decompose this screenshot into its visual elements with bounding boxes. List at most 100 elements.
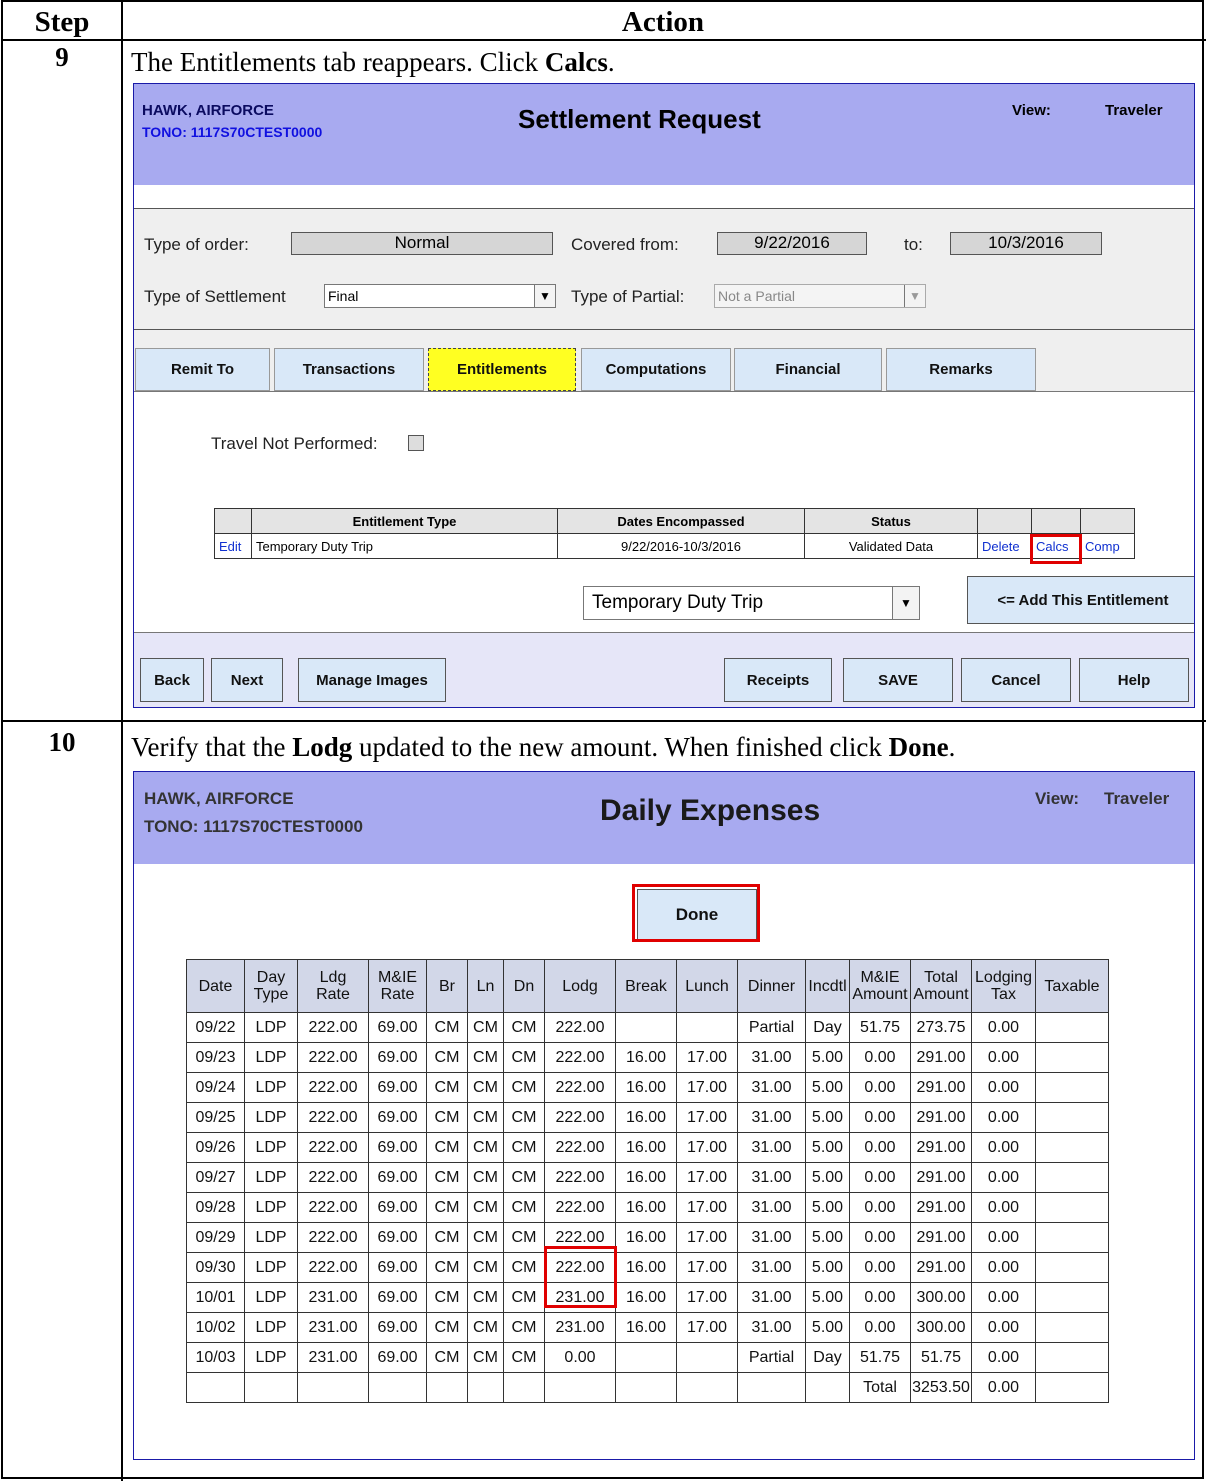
col-header-dn: Dn [503,959,545,1013]
table-cell: CM [467,1162,504,1193]
table-cell: 222.00 [544,1012,616,1043]
step-column-header: Step [34,6,90,38]
table-cell: 09/29 [186,1222,245,1253]
receipts-button[interactable]: Receipts [724,658,832,702]
table-cell: 0.00 [971,1372,1036,1403]
table-cell: CM [426,1132,468,1163]
table-cell: 16.00 [615,1222,677,1253]
table-row: 09/28 LDP 222.00 69.00 CM CM CM 222.00 16.00 17.0… [186,1192,1109,1223]
page-title: Daily Expenses [600,794,821,827]
table-row: 10/02 LDP 231.00 69.00 CM CM CM 231.00 16.00 17.0… [186,1312,1109,1343]
page-title: Settlement Request [518,104,761,134]
tab-remit-to[interactable]: Remit To [135,348,270,391]
table-cell: CM [503,1192,545,1223]
table-cell: CM [426,1342,468,1373]
table-cell: 222.00 [544,1222,616,1253]
traveler-name: HAWK, AIRFORCE [142,102,274,119]
save-button[interactable]: SAVE [843,658,953,702]
table-cell: CM [467,1132,504,1163]
tab-remarks[interactable]: Remarks [886,348,1036,391]
traveler-name: HAWK, AIRFORCE [144,789,294,808]
edit-link[interactable]: Edit [214,533,252,559]
table-cell: 222.00 [297,1162,369,1193]
table-row: Total 3253.50 0.00 [186,1372,1109,1403]
status-cell: Validated Data [804,533,978,559]
table-cell: 0.00 [849,1072,911,1103]
delete-link[interactable]: Delete [977,533,1032,559]
table-cell: 31.00 [737,1282,806,1313]
table-cell: 5.00 [805,1282,850,1313]
table-cell: 222.00 [544,1192,616,1223]
table-cell: CM [426,1252,468,1283]
back-button[interactable]: Back [140,658,204,702]
table-cell: CM [426,1012,468,1043]
comp-link[interactable]: Comp [1080,533,1135,559]
table-cell: 0.00 [849,1312,911,1343]
table-cell: 31.00 [737,1132,806,1163]
table-row: 09/25 LDP 222.00 69.00 CM CM CM 222.00 16.00 17.0… [186,1102,1109,1133]
table-cell: LDP [244,1132,298,1163]
tono-label: TONO: 1117S70CTEST0000 [144,817,363,836]
tab-entitlements[interactable]: Entitlements [428,348,576,391]
calcs-link[interactable]: Calcs [1031,533,1081,559]
table-cell: CM [503,1222,545,1253]
type-of-settlement-select[interactable]: Final ▼ [324,284,556,308]
table-row: 09/22 LDP 222.00 69.00 CM CM CM 222.00 Partial Da… [186,1012,1109,1043]
type-of-order-field: Normal [291,232,553,255]
table-cell: 300.00 [910,1282,972,1313]
table-cell: 10/02 [186,1312,245,1343]
table-cell [1035,1282,1109,1313]
table-cell: 3253.50 [910,1372,972,1403]
table-cell: LDP [244,1102,298,1133]
col-header-incdtl: Incdtl [805,959,850,1013]
table-cell [1035,1192,1109,1223]
tab-transactions[interactable]: Transactions [274,348,424,391]
table-cell: 222.00 [297,1222,369,1253]
table-cell: 69.00 [368,1042,427,1073]
done-button[interactable]: Done [637,889,757,941]
manage-images-button[interactable]: Manage Images [298,658,446,702]
table-cell: 222.00 [297,1042,369,1073]
table-cell: 5.00 [805,1222,850,1253]
settlement-request-screenshot: HAWK, AIRFORCE TONO: 1117S70CTEST0000 Se… [133,83,1195,708]
table-cell: CM [467,1312,504,1343]
table-cell: 09/25 [186,1102,245,1133]
table-cell [297,1372,369,1403]
help-button[interactable]: Help [1079,658,1189,702]
table-cell: 5.00 [805,1072,850,1103]
table-cell: 231.00 [544,1282,616,1313]
title-bar: HAWK, AIRFORCE TONO: 1117S70CTEST0000 Da… [134,772,1194,864]
col-header-br: Br [426,959,468,1013]
table-cell: Total [849,1372,911,1403]
table-cell: 31.00 [737,1072,806,1103]
table-row: 09/27 LDP 222.00 69.00 CM CM CM 222.00 16.00 17.0… [186,1162,1109,1193]
entitlement-type-select[interactable]: Temporary Duty Trip ▼ [583,586,920,620]
col-header-date: Date [186,959,245,1013]
table-cell: 291.00 [910,1102,972,1133]
col-header-dinner: Dinner [737,959,806,1013]
chevron-down-icon: ▼ [534,285,555,307]
tab-computations[interactable]: Computations [581,348,731,391]
table-cell: 222.00 [297,1192,369,1223]
travel-not-performed-checkbox[interactable] [408,435,424,451]
table-cell: CM [503,1312,545,1343]
cancel-button[interactable]: Cancel [961,658,1071,702]
table-cell: 0.00 [971,1192,1036,1223]
table-cell [615,1012,677,1043]
table-cell: 16.00 [615,1102,677,1133]
table-cell [1035,1132,1109,1163]
add-entitlement-button[interactable]: <= Add This Entitlement [967,576,1194,624]
view-value: Traveler [1104,789,1170,808]
table-cell: 17.00 [676,1132,738,1163]
table-cell: 69.00 [368,1132,427,1163]
table-cell: 16.00 [615,1282,677,1313]
table-cell: LDP [244,1282,298,1313]
table-cell: 09/22 [186,1012,245,1043]
type-of-partial-select[interactable]: Not a Partial ▼ [714,284,926,308]
table-cell: CM [467,1072,504,1103]
table-cell: 16.00 [615,1252,677,1283]
table-cell: 17.00 [676,1162,738,1193]
tab-financial[interactable]: Financial [734,348,882,391]
next-button[interactable]: Next [211,658,283,702]
table-cell [426,1372,468,1403]
